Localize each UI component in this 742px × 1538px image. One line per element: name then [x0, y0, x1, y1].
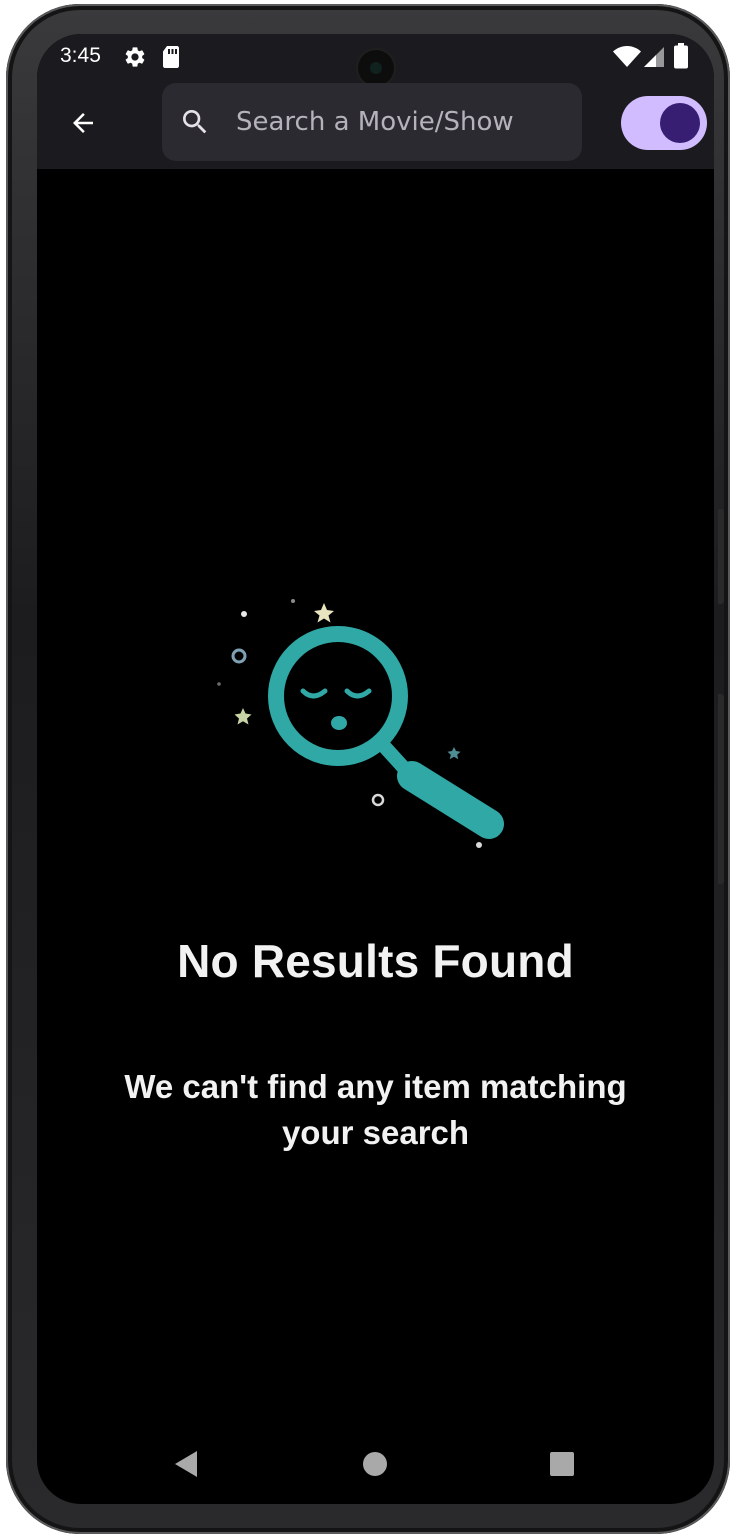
- circle-home-icon: [363, 1452, 387, 1476]
- system-navigation-bar: [37, 1429, 714, 1499]
- sd-card-icon: [161, 45, 181, 74]
- empty-state-title: No Results Found: [177, 935, 574, 987]
- nav-back-button[interactable]: [161, 1439, 211, 1489]
- arrow-left-icon: [73, 113, 93, 133]
- nav-home-button[interactable]: [350, 1439, 400, 1489]
- sleeping-magnifier-icon: [217, 599, 504, 848]
- status-bar: 3:45: [37, 34, 714, 86]
- back-button[interactable]: [59, 99, 107, 147]
- phone-frame: 3:45 Search a Movie/Show No Results Foun…: [6, 4, 730, 1534]
- empty-state-message: We can't find any item matching your sea…: [124, 1068, 627, 1151]
- search-input[interactable]: [236, 83, 566, 161]
- gear-icon: [123, 45, 147, 74]
- app-bar: 3:45: [37, 34, 714, 169]
- square-recents-icon: [550, 1452, 574, 1476]
- nav-recents-button[interactable]: [537, 1439, 587, 1489]
- volume-button: [718, 509, 724, 604]
- toggle-thumb: [660, 103, 700, 143]
- cellular-signal-icon: [643, 46, 665, 73]
- theme-toggle-switch[interactable]: [621, 96, 707, 150]
- front-camera: [358, 50, 394, 86]
- battery-icon: [674, 43, 688, 74]
- search-bar[interactable]: [162, 83, 582, 161]
- screen: 3:45 Search a Movie/Show No Results Foun…: [37, 34, 714, 1504]
- wifi-icon: [613, 46, 641, 73]
- power-button: [718, 694, 724, 884]
- triangle-back-icon: [175, 1451, 197, 1477]
- search-icon: [183, 110, 207, 134]
- status-time: 3:45: [60, 44, 101, 67]
